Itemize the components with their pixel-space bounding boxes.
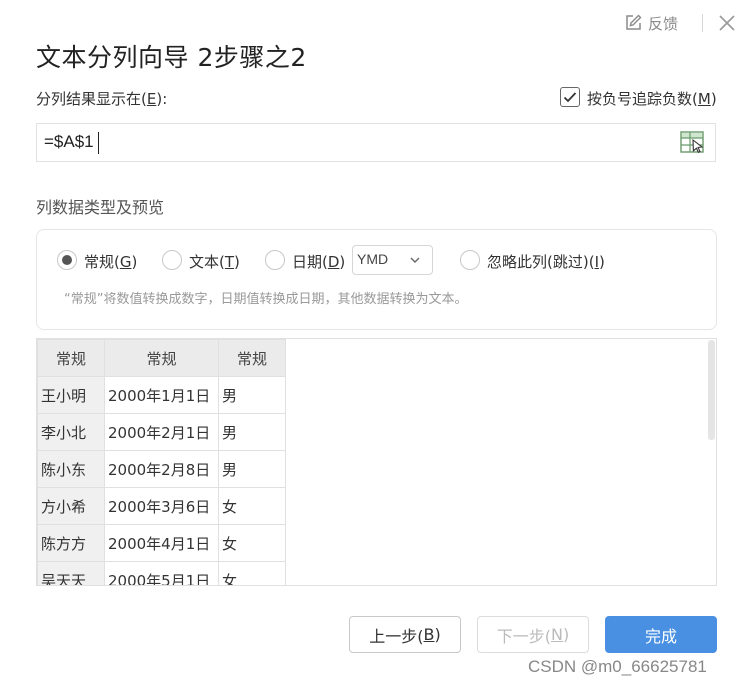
feedback-label: 反馈	[648, 14, 679, 33]
table-cell: 2000年5月1日	[104, 561, 219, 585]
result-location-input[interactable]	[36, 123, 716, 162]
track-negative-checkbox[interactable]	[560, 87, 580, 107]
close-icon	[716, 15, 738, 38]
date-format-value: YMD	[357, 251, 389, 267]
table-cell: 女	[218, 561, 286, 585]
preview-table: 常规 常规 常规 王小明 2000年1月1日 男 李小北 2000年2月1日 男…	[37, 339, 286, 585]
table-row: 李小北 2000年2月1日 男	[37, 413, 286, 451]
track-negative-label[interactable]: 按负号追踪负数(M)	[587, 88, 717, 109]
result-location-label: 分列结果显示在(E):	[36, 90, 168, 108]
next-step-button[interactable]: 下一步(N)	[477, 616, 589, 653]
divider	[702, 14, 703, 32]
column-header[interactable]: 常规	[104, 339, 219, 377]
column-header[interactable]: 常规	[37, 339, 105, 377]
column-types-section-title: 列数据类型及预览	[36, 198, 165, 217]
data-preview: 常规 常规 常规 王小明 2000年1月1日 男 李小北 2000年2月1日 男…	[36, 338, 717, 586]
table-cell: 吴天天	[37, 561, 105, 585]
table-cell: 王小明	[37, 376, 105, 414]
watermark: CSDN @m0_66625781	[528, 657, 707, 676]
radio-text[interactable]	[162, 250, 182, 270]
text-caret	[98, 132, 99, 154]
radio-text-label[interactable]: 文本(T)	[189, 251, 240, 272]
table-cell: 方小希	[37, 487, 105, 525]
table-row: 吴天天 2000年5月1日 女	[37, 561, 286, 585]
table-cell: 陈小东	[37, 450, 105, 488]
table-row: 陈方方 2000年4月1日 女	[37, 524, 286, 562]
chevron-down-icon	[408, 252, 422, 266]
radio-skip-column-label[interactable]: 忽略此列(跳过)(I)	[487, 251, 605, 272]
table-cell: 男	[218, 413, 286, 451]
dialog-title: 文本分列向导 2步骤之2	[36, 43, 307, 72]
result-location-value: =$A$1	[44, 132, 94, 151]
table-cell: 陈方方	[37, 524, 105, 562]
table-cell: 2000年1月1日	[104, 376, 219, 414]
table-row: 王小明 2000年1月1日 男	[37, 376, 286, 414]
table-row: 陈小东 2000年2月8日 男	[37, 450, 286, 488]
preview-scrollbar[interactable]	[708, 340, 715, 440]
finish-button[interactable]: 完成	[605, 616, 717, 653]
radio-date-label[interactable]: 日期(D)	[292, 251, 345, 272]
range-select-icon	[680, 131, 706, 159]
feedback-button[interactable]: 反馈	[624, 12, 678, 34]
table-cell: 2000年3月6日	[104, 487, 219, 525]
radio-general[interactable]	[57, 250, 77, 270]
radio-date[interactable]	[265, 250, 285, 270]
column-header[interactable]: 常规	[218, 339, 286, 377]
close-button[interactable]	[716, 12, 738, 34]
table-cell: 2000年2月8日	[104, 450, 219, 488]
table-cell: 女	[218, 524, 286, 562]
table-header-row: 常规 常规 常规	[37, 339, 286, 377]
table-cell: 2000年2月1日	[104, 413, 219, 451]
edit-icon	[624, 14, 642, 32]
column-type-hint: “常规”将数值转换成数字，日期值转换成日期，其他数据转换为文本。	[64, 292, 468, 307]
previous-step-button[interactable]: 上一步(B)	[349, 616, 461, 653]
table-row: 方小希 2000年3月6日 女	[37, 487, 286, 525]
radio-general-label[interactable]: 常规(G)	[84, 251, 137, 272]
table-cell: 男	[218, 450, 286, 488]
range-select-button[interactable]	[680, 129, 706, 155]
radio-skip-column[interactable]	[460, 250, 480, 270]
table-cell: 2000年4月1日	[104, 524, 219, 562]
table-cell: 女	[218, 487, 286, 525]
table-cell: 男	[218, 376, 286, 414]
table-cell: 李小北	[37, 413, 105, 451]
